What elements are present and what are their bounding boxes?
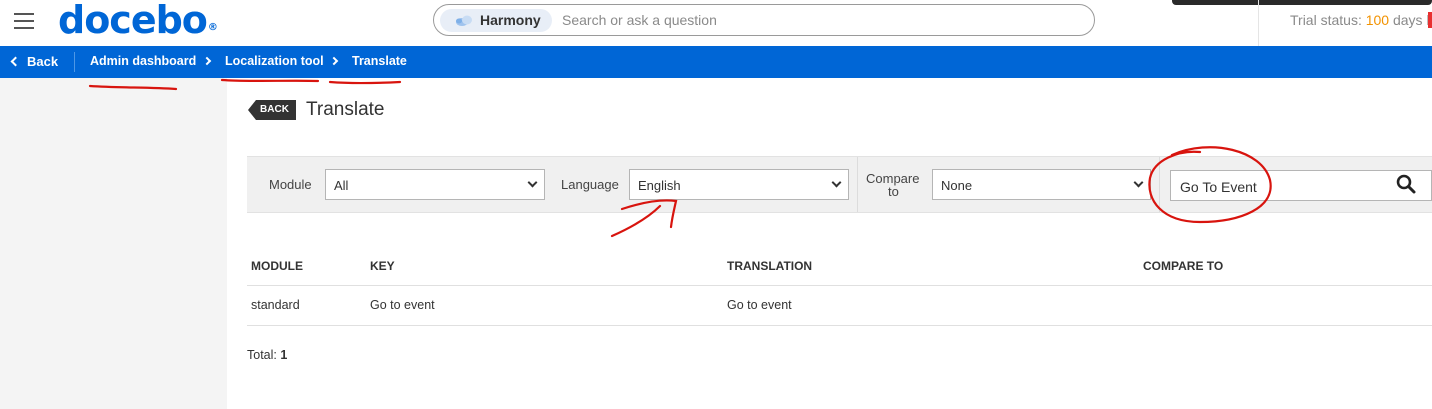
popup-edge [1172,0,1432,5]
table-row[interactable]: standard Go to event Go to event [247,286,1432,326]
column-header-module[interactable]: MODULE [251,259,303,273]
page-title: Translate [306,99,385,120]
module-label: Module [269,177,312,192]
harmony-label: Harmony [480,12,541,28]
cell-module: standard [251,298,300,312]
top-header: docebo® Harmony Search or ask a question… [0,0,1432,46]
breadcrumb-translate: Translate [352,54,407,68]
underline-translate [328,80,402,85]
hamburger-menu-icon[interactable] [14,13,34,29]
underline-localization-tool [220,78,320,83]
docebo-logo[interactable]: docebo® [58,0,218,40]
language-label: Language [561,177,619,192]
module-select[interactable]: All [325,169,545,200]
cell-translation[interactable]: Go to event [727,298,792,312]
table-header: MODULE KEY TRANSLATION COMPARE TO [247,246,1432,286]
column-header-translation[interactable]: TRANSLATION [727,259,812,273]
breadcrumb-localization-tool[interactable]: Localization tool [225,54,324,68]
divider [857,157,858,212]
chevron-right-icon [329,56,339,66]
chevron-down-icon [1133,177,1144,188]
breadcrumb-bar: Back Admin dashboard Localization tool T… [0,46,1432,78]
chevron-down-icon [831,177,842,188]
search-input[interactable]: Search or ask a question [562,12,717,28]
search-icon[interactable] [1395,173,1417,195]
harmony-chip[interactable]: Harmony [440,9,552,32]
chevron-down-icon [527,177,538,188]
language-select[interactable]: English [629,169,849,200]
cell-key: Go to event [370,298,435,312]
back-button[interactable]: Back [10,54,58,69]
divider [1258,0,1259,46]
back-tag-button[interactable]: BACK [248,100,296,120]
divider [74,52,75,72]
chevron-left-icon [10,56,21,67]
compare-label-to: to [888,184,899,199]
total-count: Total: 1 [247,348,288,362]
divider [1159,157,1160,212]
column-header-key[interactable]: KEY [370,259,395,273]
breadcrumb-admin-dashboard[interactable]: Admin dashboard [90,54,196,68]
trial-badge [1428,12,1432,28]
trial-status: Trial status: 100 days l [1290,12,1430,28]
trial-days: 100 [1365,12,1390,28]
chevron-right-icon [202,56,212,66]
filter-bar: Module All Language English Compare to N… [247,156,1432,213]
global-search[interactable]: Harmony Search or ask a question [433,4,1095,36]
left-panel [0,78,227,409]
search-input[interactable]: Go To Event [1170,170,1432,201]
cloud-icon [456,15,472,26]
compare-select[interactable]: None [932,169,1151,200]
column-header-compare-to[interactable]: COMPARE TO [1143,259,1223,273]
